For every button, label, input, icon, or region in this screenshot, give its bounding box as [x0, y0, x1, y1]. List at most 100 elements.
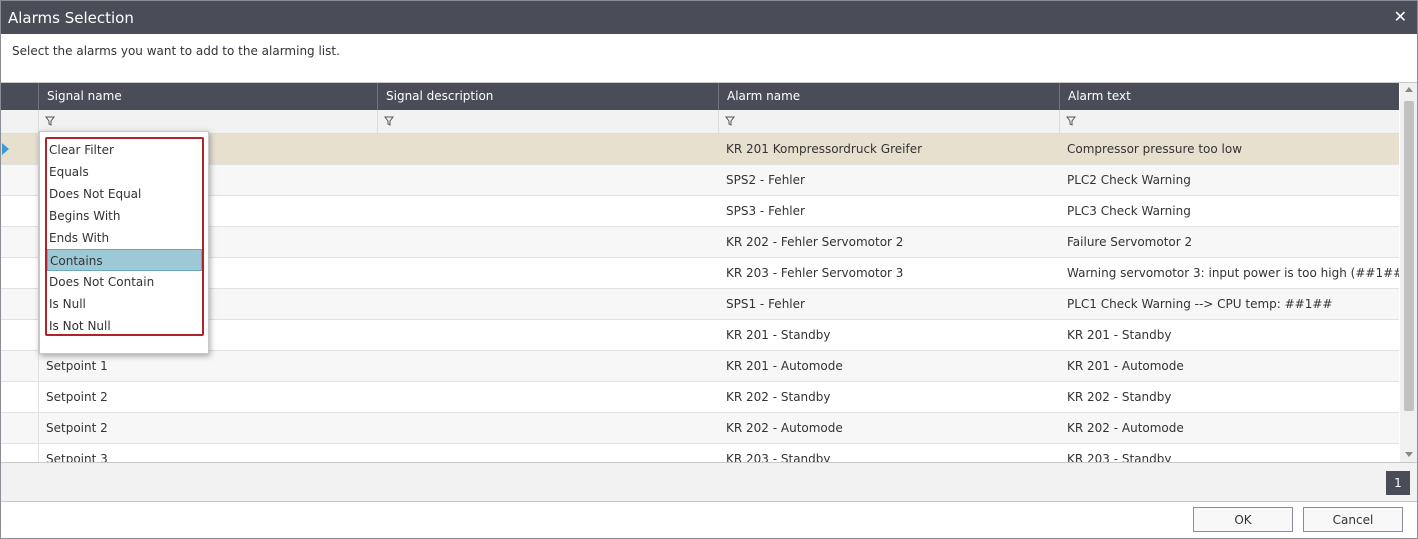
cell-alarm-text: PLC1 Check Warning --> CPU temp: ##1##: [1067, 297, 1333, 311]
row-indicator: [1, 444, 39, 463]
table-row[interactable]: Setpoint 2 KR 202 - Standby KR 202 - Sta…: [1, 382, 1399, 413]
cell-signal-description: [377, 258, 718, 288]
column-header-signal-description[interactable]: Signal description: [377, 83, 718, 110]
cell-signal-description: [377, 165, 718, 195]
cell-alarm-text: Compressor pressure too low: [1067, 142, 1243, 156]
grid-header: Signal name Signal description Alarm nam…: [1, 83, 1399, 110]
cell-signal-description: [377, 382, 718, 412]
row-indicator: [1, 413, 39, 443]
filter-option-ends-with[interactable]: Ends With: [47, 227, 202, 249]
scroll-thumb[interactable]: [1404, 101, 1414, 411]
cell-alarm-text: PLC3 Check Warning: [1067, 204, 1191, 218]
scroll-up-arrow-icon[interactable]: [1405, 87, 1413, 92]
arrow-right-icon: [2, 143, 9, 155]
cell-signal-name: Setpoint 1: [46, 359, 108, 373]
filter-option-does-not-equal[interactable]: Does Not Equal: [47, 183, 202, 205]
cell-signal-description: [377, 444, 718, 463]
filter-option-contains[interactable]: Contains: [47, 249, 202, 271]
table-row[interactable]: Setpoint 1 KR 201 - Automode KR 201 - Au…: [1, 351, 1399, 382]
cell-signal-description: [377, 227, 718, 257]
filter-option-clear-filter[interactable]: Clear Filter: [47, 139, 202, 161]
row-indicator: [1, 351, 39, 381]
cell-alarm-name: KR 201 - Standby: [726, 328, 831, 342]
table-row[interactable]: SPS1 - Fehler PLC1 Check Warning --> CPU…: [1, 289, 1399, 320]
cell-alarm-text: Warning servomotor 3: input power is too…: [1067, 266, 1399, 280]
cell-alarm-text: KR 202 - Automode: [1067, 421, 1184, 435]
cell-alarm-text: KR 201 - Automode: [1067, 359, 1184, 373]
row-indicator: [1, 196, 39, 226]
close-icon[interactable]: ✕: [1394, 7, 1407, 26]
alarms-grid: Signal name Signal description Alarm nam…: [1, 82, 1417, 463]
table-row[interactable]: KR 201 Kompressordruck Greifer Compresso…: [1, 134, 1399, 165]
column-header-alarm-text[interactable]: Alarm text: [1059, 83, 1399, 110]
table-row[interactable]: Setpoint 3 KR 203 - Standby KR 203 - Sta…: [1, 444, 1399, 463]
table-row[interactable]: SPS3 - Fehler PLC3 Check Warning: [1, 196, 1399, 227]
filter-option-equals[interactable]: Equals: [47, 161, 202, 183]
cell-signal-name: Setpoint 2: [46, 421, 108, 435]
filter-icon[interactable]: [384, 116, 394, 126]
ok-button[interactable]: OK: [1193, 507, 1293, 532]
cell-alarm-name: KR 202 - Fehler Servomotor 2: [726, 235, 904, 249]
column-header-alarm-name[interactable]: Alarm name: [718, 83, 1059, 110]
filter-cell-signal-name: [38, 110, 377, 133]
cell-signal-description: [377, 134, 718, 164]
cell-alarm-name: SPS1 - Fehler: [726, 297, 805, 311]
cell-signal-description: [377, 196, 718, 226]
row-indicator: [1, 165, 39, 195]
cell-alarm-name: KR 202 - Automode: [726, 421, 843, 435]
cell-alarm-text: KR 202 - Standby: [1067, 390, 1172, 404]
table-row[interactable]: Setpoint 2 KR 202 - Automode KR 202 - Au…: [1, 413, 1399, 444]
instruction-text: Select the alarms you want to add to the…: [12, 44, 340, 58]
cell-alarm-name: KR 201 Kompressordruck Greifer: [726, 142, 923, 156]
row-indicator: [1, 134, 39, 164]
filter-dropdown-menu: Clear Filter Equals Does Not Equal Begin…: [39, 131, 209, 354]
filter-option-does-not-contain[interactable]: Does Not Contain: [47, 271, 202, 293]
table-row[interactable]: KR 203 - Fehler Servomotor 3 Warning ser…: [1, 258, 1399, 289]
row-indicator: [1, 382, 39, 412]
table-row[interactable]: KR 201 - Standby KR 201 - Standby: [1, 320, 1399, 351]
row-indicator: [1, 320, 39, 350]
cell-alarm-name: KR 203 - Standby: [726, 452, 831, 463]
cell-signal-name: Setpoint 3: [46, 452, 108, 463]
filter-icon[interactable]: [725, 116, 735, 126]
vertical-scrollbar[interactable]: [1400, 83, 1417, 463]
cancel-button[interactable]: Cancel: [1303, 507, 1403, 532]
row-indicator: [1, 258, 39, 288]
row-indicator: [1, 289, 39, 319]
page-button-current[interactable]: 1: [1386, 471, 1410, 495]
filter-row: [1, 110, 1399, 134]
filter-icon[interactable]: [45, 116, 55, 126]
cell-alarm-name: SPS3 - Fehler: [726, 204, 805, 218]
cell-alarm-text: KR 201 - Standby: [1067, 328, 1172, 342]
cell-signal-name: Setpoint 2: [46, 390, 108, 404]
window-title: Alarms Selection: [8, 9, 134, 27]
table-row[interactable]: KR 202 - Fehler Servomotor 2 Failure Ser…: [1, 227, 1399, 258]
cell-alarm-text: PLC2 Check Warning: [1067, 173, 1191, 187]
column-header-signal-name[interactable]: Signal name: [38, 83, 377, 110]
cell-signal-description: [377, 320, 718, 350]
header-indicator-cell: [1, 83, 38, 110]
cell-alarm-name: SPS2 - Fehler: [726, 173, 805, 187]
filter-icon[interactable]: [1066, 116, 1076, 126]
cell-signal-description: [377, 413, 718, 443]
scroll-down-arrow-icon[interactable]: [1405, 452, 1413, 457]
cell-alarm-text: Failure Servomotor 2: [1067, 235, 1193, 249]
cell-alarm-name: KR 201 - Automode: [726, 359, 843, 373]
filter-indicator-cell: [1, 110, 38, 133]
filter-cell-signal-description: [377, 110, 718, 133]
filter-cell-alarm-name: [718, 110, 1059, 133]
pager-bar: 1: [1, 462, 1417, 502]
cell-alarm-name: KR 202 - Standby: [726, 390, 831, 404]
table-row[interactable]: SPS2 - Fehler PLC2 Check Warning: [1, 165, 1399, 196]
filter-option-is-not-null[interactable]: Is Not Null: [47, 315, 202, 337]
cell-alarm-text: KR 203 - Standby: [1067, 452, 1172, 463]
filter-option-is-null[interactable]: Is Null: [47, 293, 202, 315]
title-bar: Alarms Selection ✕: [1, 1, 1417, 34]
filter-cell-alarm-text: [1059, 110, 1399, 133]
alarms-selection-dialog: Alarms Selection ✕ Select the alarms you…: [0, 0, 1418, 539]
cell-alarm-name: KR 203 - Fehler Servomotor 3: [726, 266, 904, 280]
row-indicator: [1, 227, 39, 257]
cell-signal-description: [377, 289, 718, 319]
cell-signal-description: [377, 351, 718, 381]
filter-option-begins-with[interactable]: Begins With: [47, 205, 202, 227]
